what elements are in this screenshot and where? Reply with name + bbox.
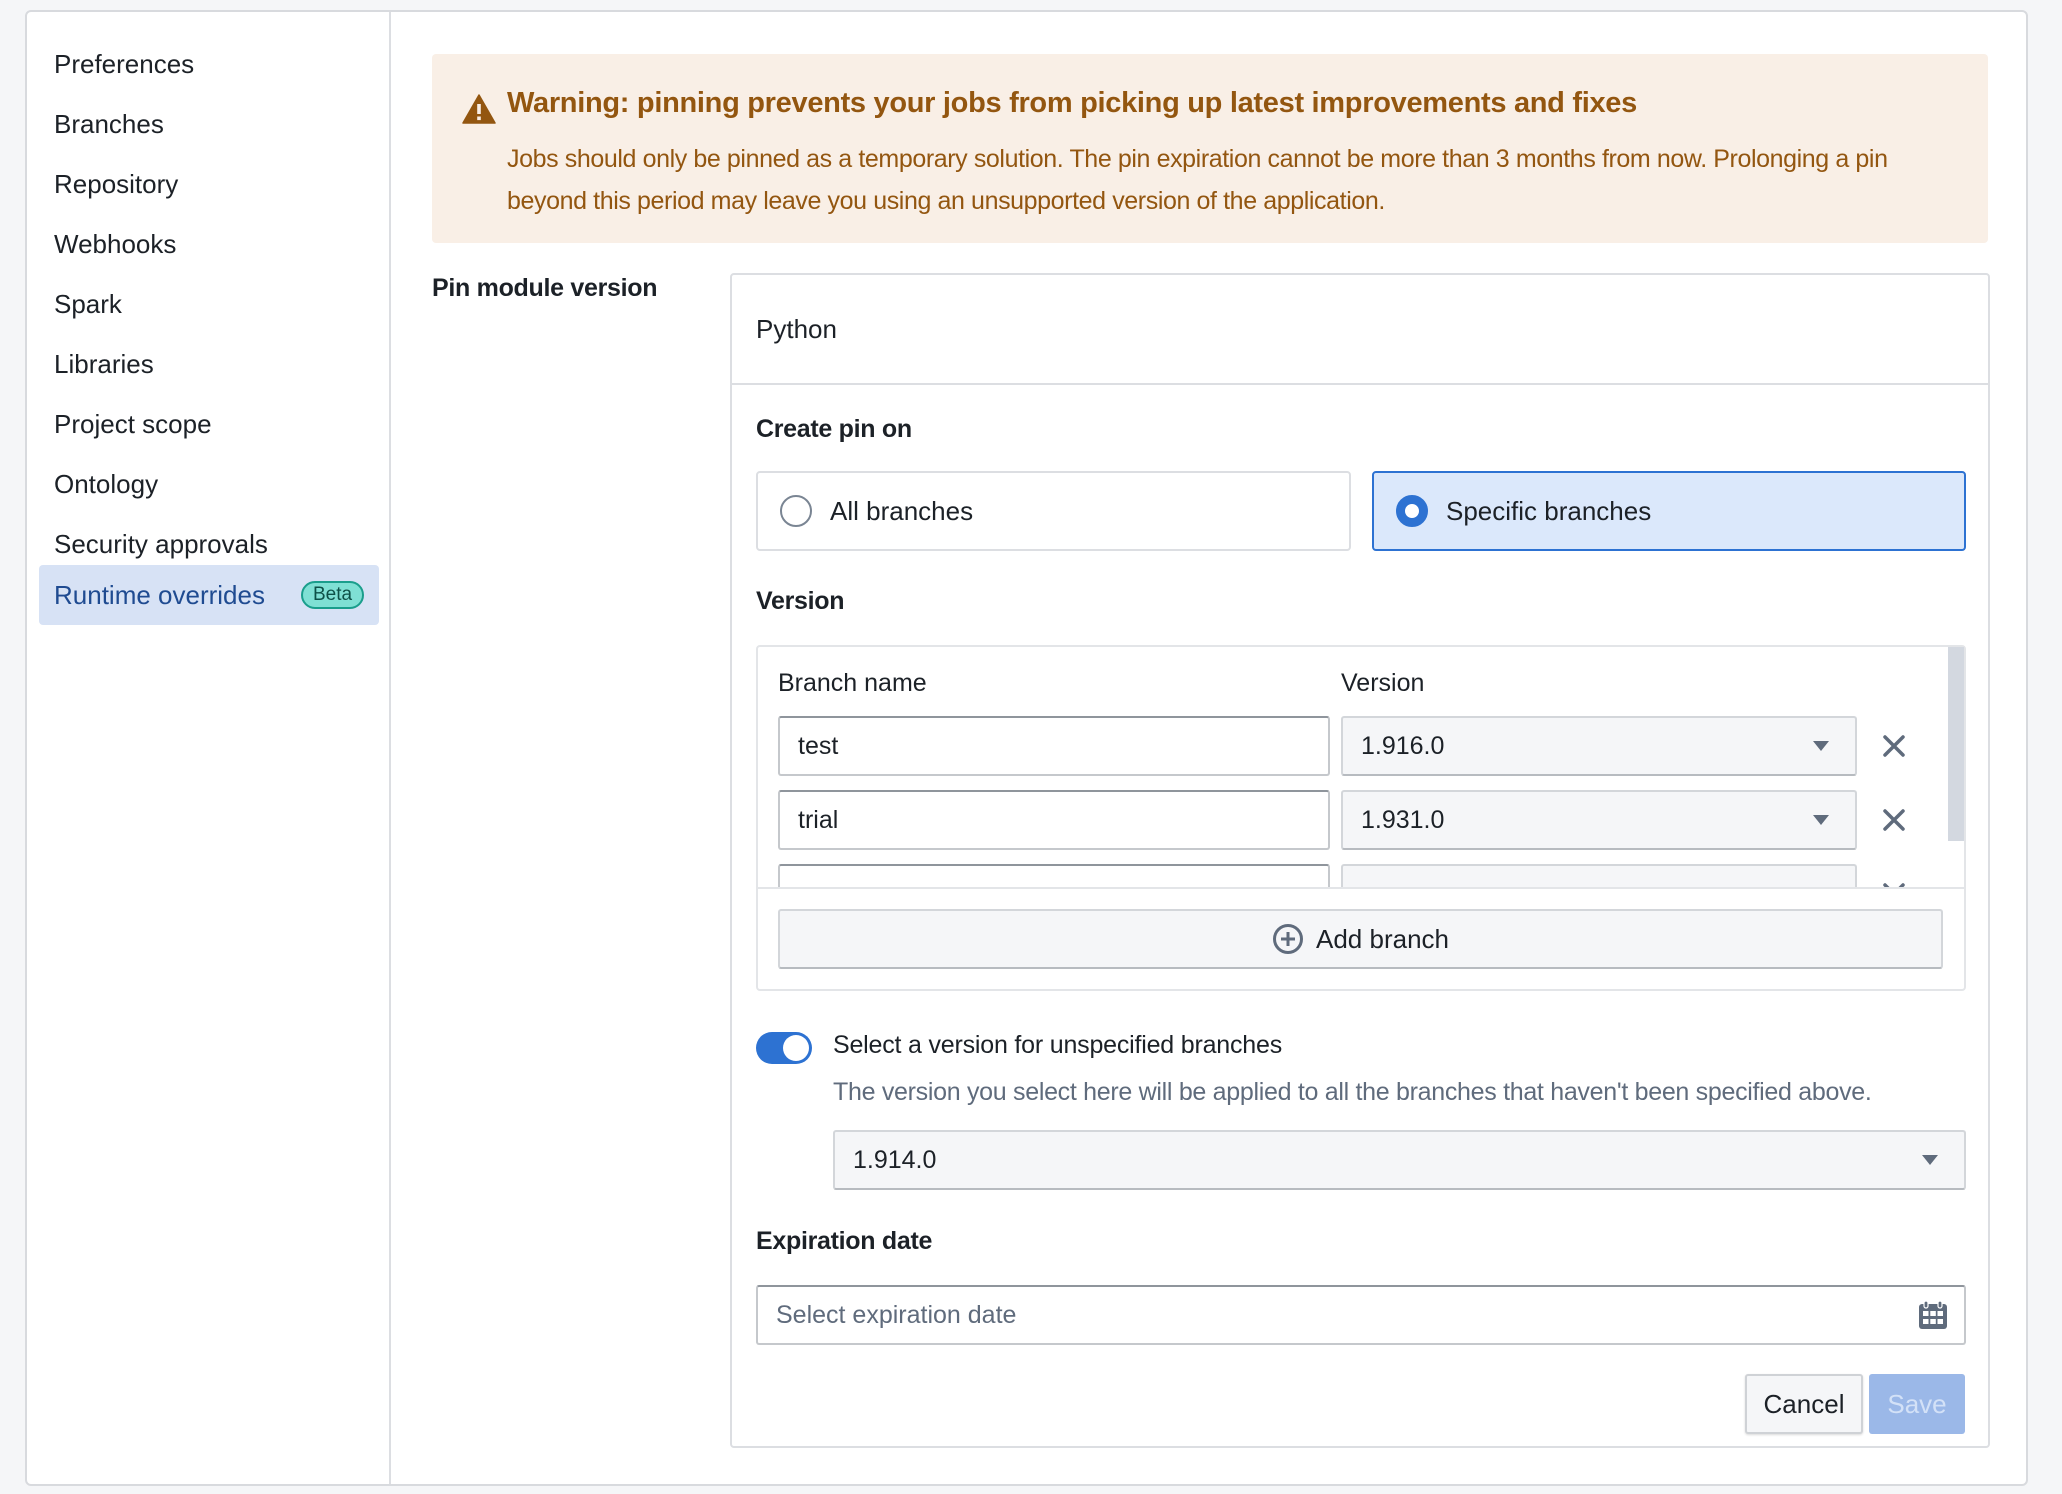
radio-unchecked-icon [780,495,812,527]
sidebar-item-label: Webhooks [54,228,177,259]
sidebar-item-spark[interactable]: Spark [39,274,379,334]
table-scrollbar[interactable] [1948,647,1964,841]
column-header-version: Version [1341,669,1425,697]
warning-body: Jobs should only be pinned as a temporar… [507,145,1888,215]
module-name: Python [756,313,837,344]
cancel-button[interactable]: Cancel [1745,1374,1863,1434]
sidebar-item-ontology[interactable]: Ontology [39,454,379,514]
version-select[interactable] [1341,864,1857,887]
unspecified-branches-toggle[interactable] [756,1032,812,1064]
radio-checked-icon [1396,495,1428,527]
column-header-branch-name: Branch name [778,669,927,697]
sidebar-item-repository[interactable]: Repository [39,154,379,214]
version-value: 1.931.0 [1361,805,1445,834]
close-icon[interactable] [1878,804,1910,836]
warning-triangle-icon [462,94,496,124]
branch-rows-scroll-area[interactable]: Branch name Version test 1.916.0 trial 1… [758,647,1948,887]
toggle-knob [783,1035,809,1061]
close-icon[interactable] [1878,878,1910,887]
sidebar-item-branches[interactable]: Branches [39,94,379,154]
expiration-date-title: Expiration date [756,1227,933,1255]
warning-callout: Warning: pinning prevents your jobs from… [432,54,1988,243]
expiration-date-placeholder: Select expiration date [776,1300,1017,1329]
unspecified-branches-label: Select a version for unspecified branche… [833,1031,1283,1059]
branch-row: trial 1.931.0 [778,790,1938,850]
version-value: 1.916.0 [1361,731,1445,760]
caret-down-icon [1813,741,1829,751]
cancel-label: Cancel [1763,1388,1845,1419]
sidebar-item-runtime-overrides[interactable]: Runtime overrides Beta [39,565,379,625]
caret-down-icon [1922,1155,1938,1165]
caret-down-icon [1813,815,1829,825]
version-section-title: Version [756,587,845,615]
save-button[interactable]: Save [1869,1374,1965,1434]
sidebar-item-label: Runtime overrides [54,579,265,610]
save-label: Save [1887,1388,1947,1419]
add-branch-label: Add branch [1316,923,1449,954]
branch-name-value: trial [798,805,839,834]
settings-window: Preferences Branches Repository Webhooks… [25,10,2028,1486]
expiration-date-input[interactable]: Select expiration date [756,1285,1966,1345]
plus-circle-icon [1273,924,1303,954]
sidebar-item-label: Ontology [54,468,159,499]
sidebar-item-label: Security approvals [54,528,268,559]
sidebar-item-preferences[interactable]: Preferences [39,34,379,94]
pin-module-version-label: Pin module version [432,274,658,302]
module-header: Python [732,275,1988,385]
create-pin-on-title: Create pin on [756,415,912,443]
radio-label: All branches [830,495,974,526]
beta-badge: Beta [300,581,365,609]
sidebar-item-label: Preferences [54,48,195,79]
settings-sidebar: Preferences Branches Repository Webhooks… [27,12,391,1484]
sidebar-item-label: Spark [54,288,122,319]
pin-module-panel: Python Create pin on All branches Specif… [730,273,1990,1448]
add-branch-button[interactable]: Add branch [778,909,1943,969]
branch-version-table: Branch name Version test 1.916.0 trial 1… [756,645,1966,991]
sidebar-item-label: Repository [54,168,179,199]
branch-row: test 1.916.0 [778,716,1938,776]
version-value: 1.914.0 [853,1145,937,1174]
radio-all-branches[interactable]: All branches [756,471,1351,551]
branch-name-value: test [798,731,839,760]
sidebar-item-label: Libraries [54,348,154,379]
unspecified-version-select[interactable]: 1.914.0 [833,1130,1966,1190]
radio-specific-branches[interactable]: Specific branches [1372,471,1966,551]
sidebar-item-label: Project scope [54,408,212,439]
sidebar-item-webhooks[interactable]: Webhooks [39,214,379,274]
sidebar-item-libraries[interactable]: Libraries [39,334,379,394]
unspecified-branches-help: The version you select here will be appl… [833,1078,1872,1106]
radio-label: Specific branches [1446,495,1652,526]
version-select[interactable]: 1.931.0 [1341,790,1857,850]
branch-name-input[interactable] [778,864,1330,887]
close-icon[interactable] [1878,730,1910,762]
branch-name-input[interactable]: trial [778,790,1330,850]
sidebar-item-label: Branches [54,108,164,139]
warning-title: Warning: pinning prevents your jobs from… [507,87,1637,119]
branch-row [778,864,1938,887]
calendar-icon[interactable] [1918,1300,1948,1330]
table-divider [758,887,1964,889]
sidebar-item-project-scope[interactable]: Project scope [39,394,379,454]
version-select[interactable]: 1.916.0 [1341,716,1857,776]
branch-name-input[interactable]: test [778,716,1330,776]
